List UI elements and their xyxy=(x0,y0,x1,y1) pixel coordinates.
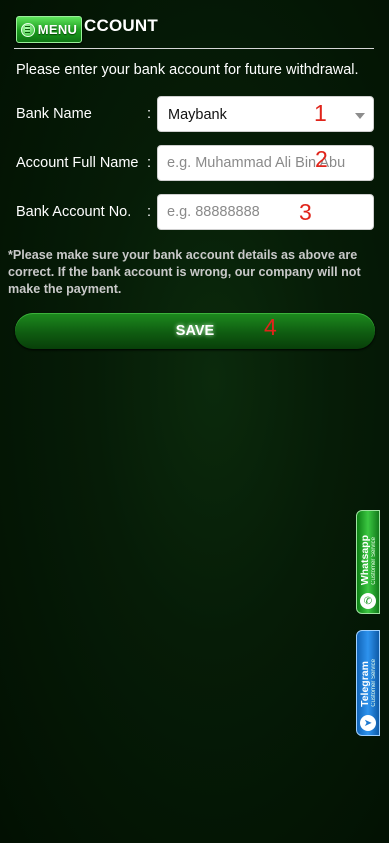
marker-4: 4 xyxy=(264,314,277,340)
full-name-colon: : xyxy=(147,155,152,171)
menu-label: MENU xyxy=(37,22,78,37)
page-title: CCOUNT xyxy=(84,16,158,35)
whatsapp-tab[interactable]: Whatsapp Customer Service ✆ xyxy=(356,510,380,614)
telegram-icon: ➤ xyxy=(360,715,376,731)
account-no-label: Bank Account No. xyxy=(16,204,132,220)
whatsapp-sub-label: Customer Service xyxy=(371,537,377,585)
whatsapp-label: Whatsapp xyxy=(359,534,371,585)
bank-name-colon: : xyxy=(147,106,152,122)
whatsapp-icon: ✆ xyxy=(360,593,376,609)
marker-1: 1 xyxy=(314,100,327,126)
bank-name-value: Maybank xyxy=(168,107,227,123)
menu-button[interactable]: MENU xyxy=(16,16,82,43)
menu-icon xyxy=(20,22,35,37)
full-name-label: Account Full Name xyxy=(16,155,139,171)
intro-text: Please enter your bank account for futur… xyxy=(16,62,359,78)
chevron-down-icon xyxy=(355,113,365,119)
warning-note: *Please make sure your bank account deta… xyxy=(8,248,361,296)
telegram-tab[interactable]: Telegram Customer Service ➤ xyxy=(356,630,380,736)
telegram-label: Telegram xyxy=(359,661,371,707)
full-name-input[interactable] xyxy=(167,146,367,180)
save-button[interactable]: SAVE xyxy=(15,313,375,349)
bank-name-label: Bank Name xyxy=(16,106,92,122)
account-no-colon: : xyxy=(147,204,152,220)
marker-2: 2 xyxy=(315,146,328,172)
save-label: SAVE xyxy=(175,323,215,339)
marker-3: 3 xyxy=(299,199,312,225)
account-no-field xyxy=(157,194,374,230)
bank-name-select[interactable]: Maybank xyxy=(157,96,374,132)
page-header: MENU CCOUNT xyxy=(14,12,374,49)
account-no-input[interactable] xyxy=(167,195,367,229)
telegram-sub-label: Customer Service xyxy=(371,659,377,707)
full-name-field xyxy=(157,145,374,181)
